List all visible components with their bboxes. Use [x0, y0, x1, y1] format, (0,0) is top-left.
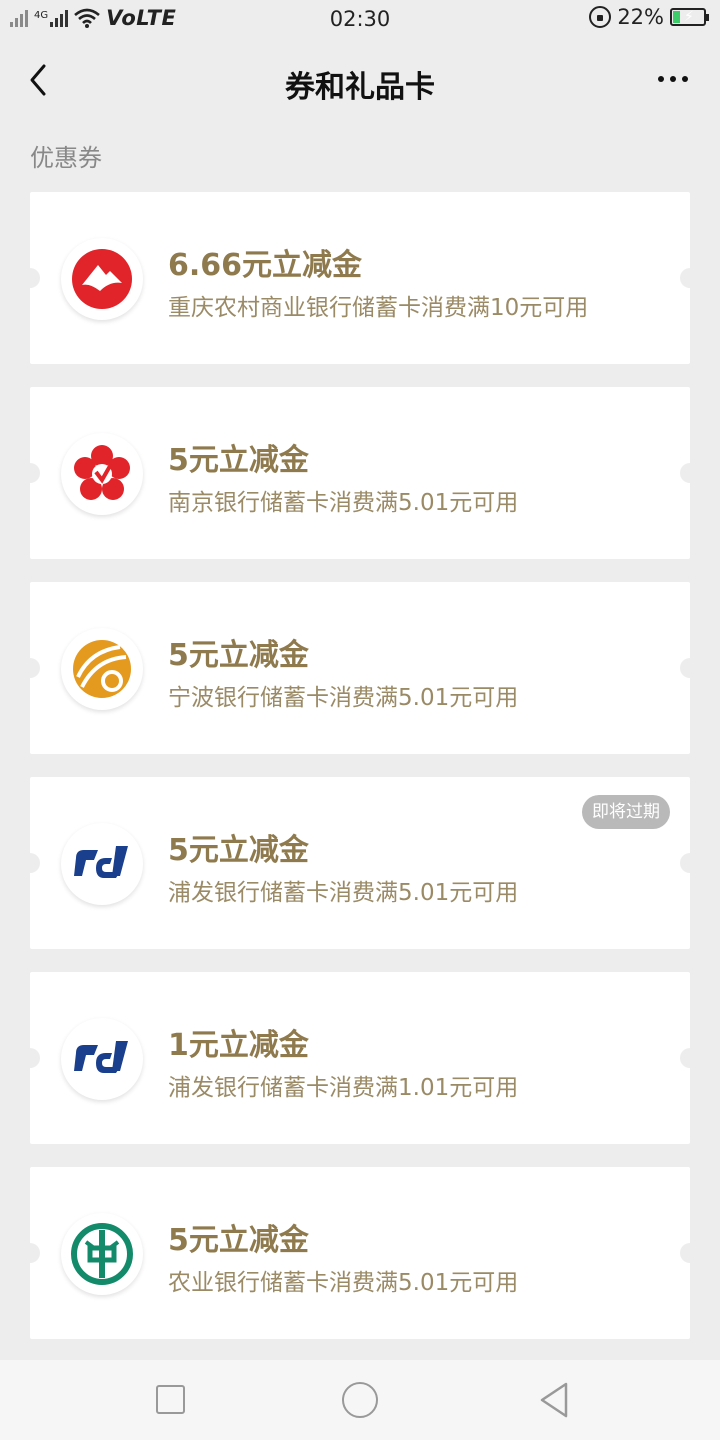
coupon-description: 南京银行储蓄卡消费满5.01元可用	[168, 490, 519, 516]
card-notch	[20, 463, 40, 483]
coupon-card[interactable]: 1元立减金 浦发银行储蓄卡消费满1.01元可用	[20, 972, 700, 1144]
coupon-title: 5元立减金	[168, 638, 309, 673]
cqrcb-logo-icon	[72, 249, 132, 309]
card-notch	[20, 268, 40, 288]
coupon-card[interactable]: 5元立减金 农业银行储蓄卡消费满5.01元可用	[20, 1167, 700, 1339]
coupon-title: 6.66元立减金	[168, 248, 363, 283]
coupon-card[interactable]: 即将过期 5元立减金 浦发银行储蓄卡消费满5.01元可用	[20, 777, 700, 949]
bank-logo	[61, 1018, 143, 1100]
coupon-card[interactable]: 5元立减金 南京银行储蓄卡消费满5.01元可用	[20, 387, 700, 559]
coupon-card[interactable]: 6.66元立减金 重庆农村商业银行储蓄卡消费满10元可用	[20, 192, 700, 364]
spdb-logo-icon	[74, 1041, 128, 1073]
bank-logo	[61, 1213, 143, 1295]
coupon-description: 宁波银行储蓄卡消费满5.01元可用	[168, 685, 519, 711]
battery-percent: 22%	[617, 5, 664, 29]
card-notch	[20, 658, 40, 678]
nav-bar: 券和礼品卡	[0, 38, 720, 124]
system-nav-bar	[0, 1360, 720, 1440]
coupon-description: 农业银行储蓄卡消费满5.01元可用	[168, 1270, 519, 1296]
bank-logo	[61, 823, 143, 905]
card-notch	[680, 658, 700, 678]
triangle-back-icon	[540, 1382, 568, 1418]
njbank-logo-icon	[74, 445, 130, 500]
card-notch	[680, 1243, 700, 1263]
recent-apps-button[interactable]	[156, 1385, 185, 1414]
bank-logo	[61, 238, 143, 320]
status-bar: 4G VoLTE 02:30 22% ⚡	[0, 0, 720, 38]
coupon-card[interactable]: 5元立减金 宁波银行储蓄卡消费满5.01元可用	[20, 582, 700, 754]
more-button[interactable]	[658, 76, 688, 82]
status-right: 22% ⚡	[589, 5, 710, 29]
coupon-description: 重庆农村商业银行储蓄卡消费满10元可用	[168, 295, 589, 321]
page-title: 券和礼品卡	[285, 70, 435, 105]
card-notch	[680, 853, 700, 873]
coupon-description: 浦发银行储蓄卡消费满5.01元可用	[168, 880, 519, 906]
bank-logo	[61, 433, 143, 515]
rotation-lock-icon	[589, 6, 612, 28]
more-dot-icon	[682, 76, 688, 82]
spdb-logo-icon	[74, 846, 128, 878]
coupon-description: 浦发银行储蓄卡消费满1.01元可用	[168, 1075, 519, 1101]
card-notch	[20, 1243, 40, 1263]
more-dot-icon	[658, 76, 664, 82]
system-back-button[interactable]	[536, 1380, 572, 1420]
expiring-soon-badge: 即将过期	[582, 795, 670, 829]
card-notch	[680, 1048, 700, 1068]
card-notch	[680, 463, 700, 483]
abc-logo-icon	[71, 1223, 133, 1285]
nbbank-logo-icon	[73, 640, 131, 698]
more-dot-icon	[670, 76, 676, 82]
coupon-title: 5元立减金	[168, 443, 309, 478]
battery-fill	[673, 11, 680, 23]
card-notch	[20, 1048, 40, 1068]
coupon-title: 5元立减金	[168, 833, 309, 868]
battery-icon: ⚡	[670, 8, 709, 26]
coupon-title: 1元立减金	[168, 1028, 309, 1063]
coupon-title: 5元立减金	[168, 1223, 309, 1258]
section-label-coupons: 优惠券	[30, 144, 102, 172]
charging-bolt-icon: ⚡	[684, 9, 694, 25]
card-notch	[20, 853, 40, 873]
bank-logo	[61, 628, 143, 710]
card-notch	[680, 268, 700, 288]
home-button[interactable]	[342, 1382, 378, 1418]
